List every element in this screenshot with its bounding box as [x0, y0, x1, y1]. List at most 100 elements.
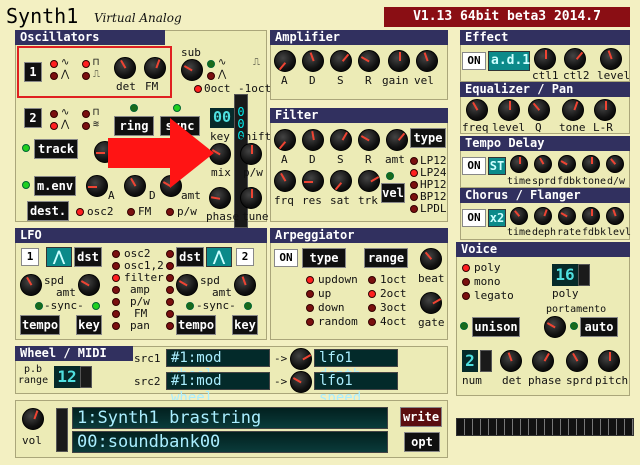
filter-vel-button[interactable]: vel: [381, 183, 405, 203]
lfo-dest-fm-led[interactable]: [112, 310, 120, 318]
eq-tone-knob[interactable]: [562, 99, 584, 121]
delay-dw-knob[interactable]: [606, 155, 624, 173]
filter-vel-led[interactable]: [386, 172, 394, 180]
arp-range-button[interactable]: range: [364, 248, 408, 268]
arp-on-button[interactable]: ON: [274, 249, 298, 267]
filter-d-knob[interactable]: [302, 129, 324, 151]
ring-led[interactable]: [130, 104, 138, 112]
arp-down-led[interactable]: [306, 304, 314, 312]
chorus-fdbk-knob[interactable]: [582, 207, 600, 225]
voice-mono-led[interactable]: [462, 278, 470, 286]
amp-a-knob[interactable]: [274, 50, 296, 72]
osc2-wave-saw-led[interactable]: [50, 110, 58, 118]
filter-type-button[interactable]: type: [410, 128, 446, 148]
osc1-wave-tri-led[interactable]: [50, 72, 58, 80]
unison-phase-knob[interactable]: [532, 350, 554, 372]
pb-range-scroll[interactable]: [80, 366, 92, 388]
effect-type-display[interactable]: a.d.1: [488, 51, 530, 71]
eq-level-knob[interactable]: [498, 99, 520, 121]
delay-on-button[interactable]: ON: [462, 157, 486, 175]
patch-scroll[interactable]: [56, 408, 68, 452]
unison-pitch-knob[interactable]: [598, 350, 620, 372]
bank-name-display[interactable]: 00:soundbank00: [72, 431, 388, 453]
lfo2-sync-led-right[interactable]: [244, 302, 252, 310]
sub-wave-led-2[interactable]: [207, 72, 215, 80]
arp-beat-knob[interactable]: [420, 248, 442, 270]
amp-vel-knob[interactable]: [416, 50, 438, 72]
lfo2-tempo-button[interactable]: tempo: [176, 315, 216, 335]
filter-lpdl-led[interactable]: [410, 205, 418, 213]
osc1-wave-pulse-led[interactable]: [82, 72, 90, 80]
osc1-fm-knob[interactable]: [144, 57, 166, 79]
track-led[interactable]: [22, 144, 30, 152]
osc1-wave-saw-led[interactable]: [50, 60, 58, 68]
filter-lp12-led[interactable]: [410, 157, 418, 165]
delay-fdbk-knob[interactable]: [558, 155, 576, 173]
track-button[interactable]: track: [34, 139, 78, 159]
osc1-wave-sq-led[interactable]: [82, 60, 90, 68]
pb-range-display[interactable]: 12: [54, 366, 80, 388]
lfo1-tempo-button[interactable]: tempo: [20, 315, 60, 335]
osc2-wave-tri-led[interactable]: [50, 122, 58, 130]
lfo2-dest-led-2[interactable]: [166, 262, 174, 270]
lfo-dest-pw-led[interactable]: [112, 298, 120, 306]
lfo2-dst-button[interactable]: dst: [176, 247, 204, 267]
unison-sprd-knob[interactable]: [566, 350, 588, 372]
arp-type-button[interactable]: type: [302, 248, 346, 268]
dest-button[interactable]: dest.: [27, 201, 69, 221]
lfo2-dest-led-6[interactable]: [166, 310, 174, 318]
lfo1-spd-knob[interactable]: [20, 274, 42, 296]
patch-name-display[interactable]: 1:Synth1 brastring: [72, 407, 388, 429]
unison-num-display[interactable]: 2: [462, 350, 478, 372]
filter-trk-knob[interactable]: [358, 170, 380, 192]
osc2-wave-noise-led[interactable]: [82, 122, 90, 130]
effect-on-button[interactable]: ON: [462, 52, 486, 70]
lfo1-amt-knob[interactable]: [78, 274, 100, 296]
arp-3oct-led[interactable]: [368, 304, 376, 312]
filter-sat-knob[interactable]: [330, 170, 352, 192]
lfo2-spd-knob[interactable]: [176, 274, 198, 296]
phase-knob[interactable]: [209, 187, 231, 209]
chorus-x2-button[interactable]: x2: [488, 209, 506, 227]
effect-level-knob[interactable]: [600, 48, 622, 70]
src2-select[interactable]: #1:mod wheel: [166, 372, 270, 406]
keyboard-strip[interactable]: [456, 418, 634, 436]
voice-poly-led[interactable]: [462, 264, 470, 272]
filter-res-knob[interactable]: [302, 170, 324, 192]
lfo-dest-pan-led[interactable]: [112, 322, 120, 330]
arp-2oct-led[interactable]: [368, 290, 376, 298]
osc1-button[interactable]: 1: [24, 62, 42, 82]
amp-d-knob[interactable]: [302, 50, 324, 72]
effect-ctl1-knob[interactable]: [534, 48, 556, 70]
src1-select[interactable]: #1:mod wheel: [166, 349, 270, 383]
arp-4oct-led[interactable]: [368, 318, 376, 326]
osc2-wave-sq-led[interactable]: [82, 110, 90, 118]
menv-a-knob[interactable]: [86, 175, 108, 197]
lfo1-button[interactable]: 1: [21, 248, 39, 266]
effect-ctl2-knob[interactable]: [564, 48, 586, 70]
delay-sprd-knob[interactable]: [534, 155, 552, 173]
lfo2-wave-display[interactable]: ⋀: [206, 247, 232, 267]
lfo2-sync-led-left[interactable]: [186, 302, 194, 310]
eq-lr-knob[interactable]: [594, 99, 616, 121]
dest2-select[interactable]: lfo1 speed: [314, 372, 398, 406]
osc1-det-knob[interactable]: [114, 57, 136, 79]
sync-led[interactable]: [173, 104, 181, 112]
volume-knob[interactable]: [22, 408, 44, 430]
menv-led[interactable]: [22, 181, 30, 189]
filter-r-knob[interactable]: [358, 129, 380, 151]
chorus-time-knob[interactable]: [510, 207, 528, 225]
sub-knob[interactable]: [181, 59, 203, 81]
arp-updown-led[interactable]: [306, 276, 314, 284]
lfo2-dest-led-5[interactable]: [166, 298, 174, 306]
chorus-deph-knob[interactable]: [534, 207, 552, 225]
filter-frq-knob[interactable]: [274, 170, 296, 192]
dest-fm-led[interactable]: [127, 208, 135, 216]
poly-count-scroll[interactable]: [578, 264, 590, 286]
lfo-dest-osc2-led[interactable]: [112, 250, 120, 258]
arp-random-led[interactable]: [306, 318, 314, 326]
filter-s-knob[interactable]: [330, 129, 352, 151]
delay-tone-knob[interactable]: [582, 155, 600, 173]
dest-osc2-led[interactable]: [76, 208, 84, 216]
arp-1oct-led[interactable]: [368, 276, 376, 284]
